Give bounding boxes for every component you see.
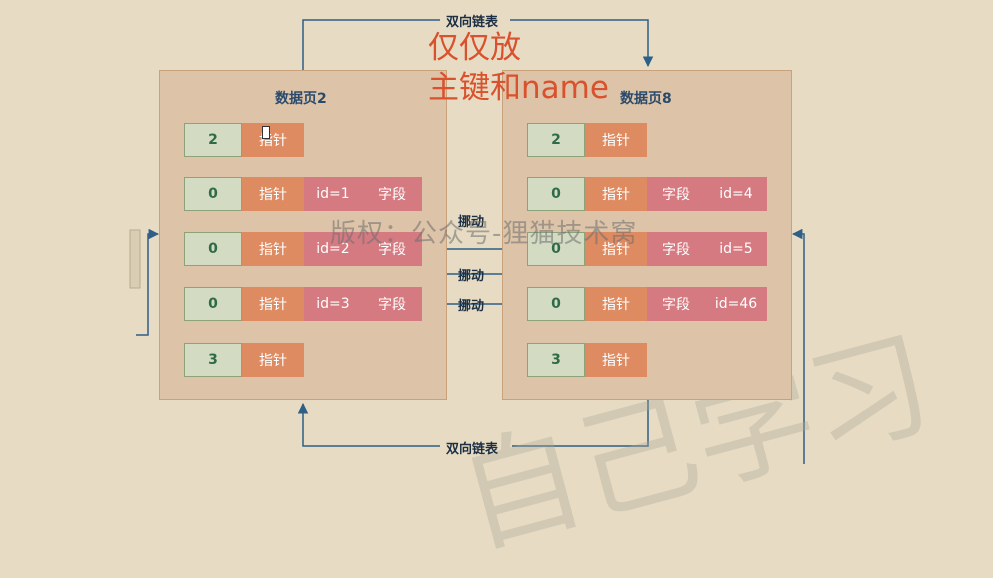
page2-row-2-field: 字段	[362, 177, 422, 211]
move-label-3: 挪动	[458, 299, 485, 314]
page8-row-2-num: 0	[527, 177, 585, 211]
page8-row-5-num: 3	[527, 343, 585, 377]
page8-row-1-pointer: 指针	[585, 123, 647, 157]
left-edge-block	[129, 229, 141, 289]
annotation-line-1: 仅仅放	[428, 30, 521, 66]
page2-row-2-id: id=1	[304, 177, 362, 211]
page2-row-4-id: id=3	[304, 287, 362, 321]
page8-row-2-id: id=4	[705, 177, 767, 211]
page8-row-4-pointer: 指针	[585, 287, 647, 321]
page2-row-1-num: 2	[184, 123, 242, 157]
page8-row-3-field: 字段	[647, 232, 705, 266]
annotation-line-2: 主键和name	[428, 70, 609, 106]
page2-row-2-pointer: 指针	[242, 177, 304, 211]
page2-row-5-num: 3	[184, 343, 242, 377]
copyright-watermark: 版权：公众号-狸猫技术窝	[330, 219, 638, 249]
top-linked-list-label: 双向链表	[446, 15, 499, 30]
bottom-linked-list-label: 双向链表	[446, 442, 499, 457]
page2-row-2-num: 0	[184, 177, 242, 211]
page8-row-4-field: 字段	[647, 287, 705, 321]
page8-row-1-num: 2	[527, 123, 585, 157]
page2-row-5-pointer: 指针	[242, 343, 304, 377]
data-page-2-title: 数据页2	[275, 91, 327, 107]
page8-row-3-id: id=5	[705, 232, 767, 266]
page8-row-2-field: 字段	[647, 177, 705, 211]
page2-row-1-pointer: 指针	[242, 123, 304, 157]
move-label-2: 挪动	[458, 269, 485, 284]
page2-row-3-num: 0	[184, 232, 242, 266]
page8-row-4-num: 0	[527, 287, 585, 321]
page2-row-4-field: 字段	[362, 287, 422, 321]
page2-row-3-pointer: 指针	[242, 232, 304, 266]
page2-row-4-pointer: 指针	[242, 287, 304, 321]
page2-row-4-num: 0	[184, 287, 242, 321]
page8-row-2-pointer: 指针	[585, 177, 647, 211]
page8-row-5-pointer: 指针	[585, 343, 647, 377]
data-page-8-title: 数据页8	[620, 91, 672, 107]
cursor-icon	[262, 126, 270, 139]
page8-row-4-id: id=46	[705, 287, 767, 321]
